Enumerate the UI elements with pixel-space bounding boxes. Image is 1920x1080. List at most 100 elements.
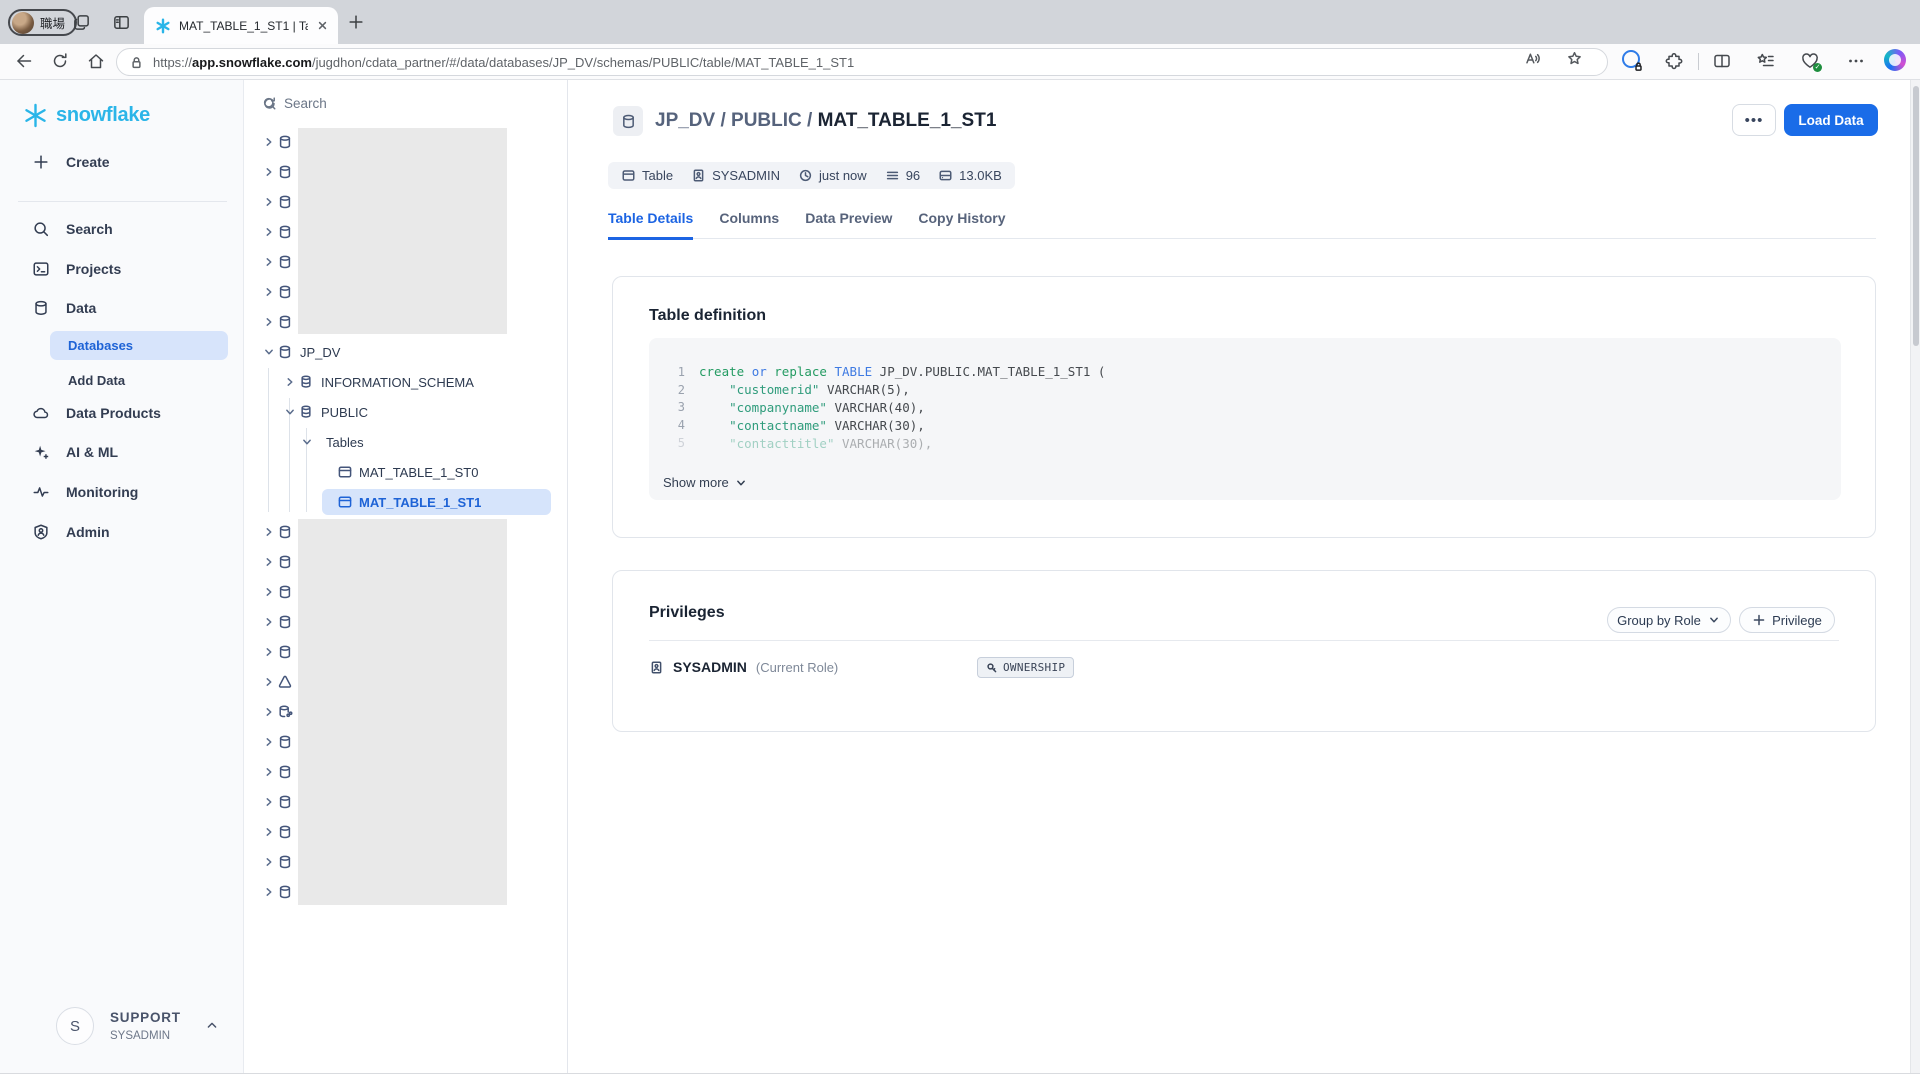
- tree-item-collapsed[interactable]: [244, 697, 568, 727]
- tree-item-collapsed[interactable]: [244, 637, 568, 667]
- tree-item-information_schema[interactable]: INFORMATION_SCHEMA: [244, 367, 568, 397]
- sidebar-item-data[interactable]: Data: [0, 292, 244, 324]
- chevron-right-icon[interactable]: [262, 315, 276, 329]
- table-definition-card: Table definition 1create or replace TABL…: [612, 276, 1876, 538]
- browser-profile-chip[interactable]: 職場: [8, 9, 77, 36]
- tree-item-mat_table_1_st1[interactable]: MAT_TABLE_1_ST1: [244, 487, 568, 517]
- tree-item-jp_dv[interactable]: JP_DV: [244, 337, 568, 367]
- back-button[interactable]: [14, 51, 34, 71]
- tab-columns[interactable]: Columns: [719, 210, 779, 240]
- sidebar-item-ai-ml[interactable]: AI & ML: [0, 436, 244, 468]
- read-aloud-icon[interactable]: [1524, 50, 1541, 67]
- chevron-right-icon[interactable]: [262, 585, 276, 599]
- favorites-icon[interactable]: [1756, 51, 1776, 71]
- tree-item-collapsed[interactable]: [244, 217, 568, 247]
- chevron-right-icon[interactable]: [262, 855, 276, 869]
- chevron-down-icon[interactable]: [262, 345, 276, 359]
- favorite-star-icon[interactable]: [1566, 50, 1583, 67]
- show-more-button[interactable]: Show more: [663, 475, 748, 490]
- chevron-right-icon[interactable]: [262, 225, 276, 239]
- new-tab-button[interactable]: [347, 13, 365, 31]
- tree-item-collapsed[interactable]: [244, 877, 568, 907]
- chevron-right-icon[interactable]: [283, 375, 297, 389]
- tree-item-collapsed[interactable]: [244, 277, 568, 307]
- tree-item-collapsed[interactable]: [244, 127, 568, 157]
- extensions-icon[interactable]: [1664, 51, 1684, 71]
- chevron-right-icon[interactable]: [262, 825, 276, 839]
- tree-item-collapsed[interactable]: [244, 247, 568, 277]
- scrollbar-thumb[interactable]: [1913, 86, 1919, 346]
- sidebar-item-admin[interactable]: Admin: [0, 516, 244, 548]
- vertical-tabs-icon[interactable]: [112, 13, 131, 32]
- copilot-icon[interactable]: [1884, 49, 1906, 71]
- code-line-1: 1create or replace TABLE JP_DV.PUBLIC.MA…: [649, 363, 1841, 381]
- chevron-right-icon[interactable]: [262, 735, 276, 749]
- tree-item-collapsed[interactable]: [244, 157, 568, 187]
- sidebar-item-monitoring[interactable]: Monitoring: [0, 476, 244, 508]
- sidebar-item-add-data[interactable]: Add Data: [68, 370, 125, 390]
- snowflake-logo[interactable]: snowflake: [22, 102, 150, 129]
- create-button[interactable]: Create: [0, 146, 244, 178]
- reload-button[interactable]: [50, 51, 70, 71]
- split-screen-icon[interactable]: [1712, 51, 1732, 71]
- chevron-right-icon[interactable]: [262, 705, 276, 719]
- breadcrumb-parents[interactable]: JP_DV / PUBLIC /: [655, 110, 818, 131]
- chevron-right-icon[interactable]: [262, 645, 276, 659]
- support-account-block[interactable]: S SUPPORT SYSADMIN: [0, 1005, 244, 1055]
- tree-item-mat_table_1_st0[interactable]: MAT_TABLE_1_ST0: [244, 457, 568, 487]
- chevron-right-icon[interactable]: [262, 135, 276, 149]
- chevron-right-icon[interactable]: [262, 195, 276, 209]
- chevron-right-icon[interactable]: [262, 255, 276, 269]
- ssl-lock-icon[interactable]: [129, 55, 144, 70]
- tree-item-collapsed[interactable]: [244, 517, 568, 547]
- tree-search-input[interactable]: [284, 91, 524, 115]
- browser-menu-icon[interactable]: [1846, 51, 1866, 71]
- workspaces-icon[interactable]: [72, 13, 91, 32]
- sidebar-item-projects[interactable]: Projects: [0, 253, 244, 285]
- search-icon: [32, 220, 50, 238]
- group-by-role-dropdown[interactable]: Group by Role: [1607, 607, 1731, 633]
- tree-item-public[interactable]: PUBLIC: [244, 397, 568, 427]
- tree-item-collapsed[interactable]: [244, 307, 568, 337]
- sidebar-item-data-products[interactable]: Data Products: [0, 397, 244, 429]
- home-button[interactable]: [86, 51, 106, 71]
- tree-item-collapsed[interactable]: [244, 667, 568, 697]
- sidebar-item-databases[interactable]: Databases: [50, 331, 228, 360]
- browser-tab[interactable]: MAT_TABLE_1_ST1 | Table: [144, 7, 338, 44]
- refresh-icon[interactable]: [262, 96, 277, 111]
- page-scrollbar[interactable]: [1910, 80, 1920, 1073]
- chevron-up-icon[interactable]: [204, 1017, 220, 1033]
- tree-item-collapsed[interactable]: [244, 577, 568, 607]
- add-privilege-button[interactable]: Privilege: [1739, 607, 1835, 633]
- load-data-button[interactable]: Load Data: [1784, 104, 1878, 136]
- chevron-right-icon[interactable]: [262, 765, 276, 779]
- tab-copy-history[interactable]: Copy History: [918, 210, 1005, 240]
- address-bar[interactable]: https://app.snowflake.com/jugdhon/cdata_…: [116, 48, 1608, 76]
- chevron-right-icon[interactable]: [262, 675, 276, 689]
- tab-table-details[interactable]: Table Details: [608, 210, 693, 240]
- chevron-right-icon[interactable]: [262, 285, 276, 299]
- chevron-right-icon[interactable]: [262, 525, 276, 539]
- tree-item-tables[interactable]: Tables: [244, 427, 568, 457]
- tree-item-collapsed[interactable]: [244, 787, 568, 817]
- chevron-down-icon[interactable]: [283, 405, 297, 419]
- tree-item-collapsed[interactable]: [244, 817, 568, 847]
- tree-item-collapsed[interactable]: [244, 757, 568, 787]
- shield-user-icon: [32, 523, 50, 541]
- more-actions-button[interactable]: •••: [1732, 104, 1776, 136]
- tree-item-collapsed[interactable]: [244, 547, 568, 577]
- tree-item-collapsed[interactable]: [244, 727, 568, 757]
- tree-item-collapsed[interactable]: [244, 187, 568, 217]
- chevron-right-icon[interactable]: [262, 165, 276, 179]
- chevron-right-icon[interactable]: [262, 885, 276, 899]
- chevron-right-icon[interactable]: [262, 615, 276, 629]
- chevron-down-icon[interactable]: [300, 435, 314, 449]
- tab-close-icon[interactable]: [316, 19, 329, 32]
- tree-item-collapsed[interactable]: [244, 847, 568, 877]
- chevron-right-icon[interactable]: [262, 555, 276, 569]
- chevron-right-icon[interactable]: [262, 795, 276, 809]
- sidebar-item-search[interactable]: Search: [0, 213, 244, 245]
- tree-item-collapsed[interactable]: [244, 607, 568, 637]
- tab-data-preview[interactable]: Data Preview: [805, 210, 892, 240]
- password-manager-icon[interactable]: [1622, 50, 1642, 70]
